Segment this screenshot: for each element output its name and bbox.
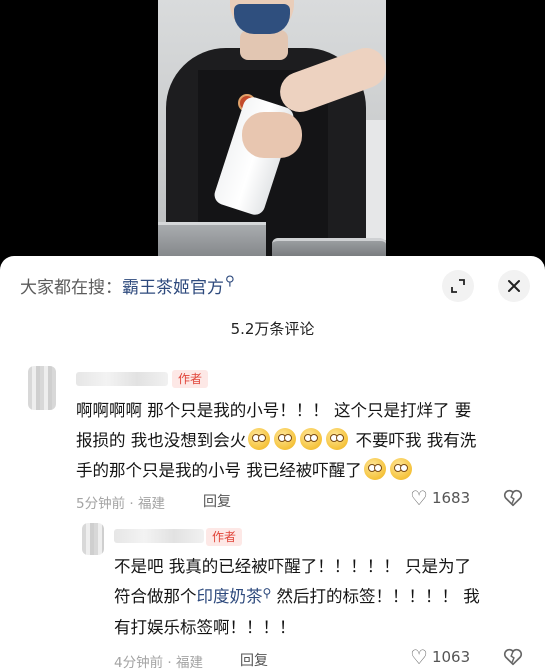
dislike-button[interactable] bbox=[502, 487, 524, 514]
flushed-emoji-icon bbox=[248, 428, 271, 450]
video-frame bbox=[158, 0, 386, 262]
username[interactable] bbox=[114, 529, 204, 543]
comment-line: 符合做那个印度奶茶⚲ 然后打的标签！！！！！ 我 bbox=[114, 586, 480, 606]
expand-icon bbox=[451, 279, 465, 293]
close-button[interactable] bbox=[498, 270, 530, 302]
dislike-button[interactable] bbox=[502, 646, 524, 672]
comment-line: 有打娱乐标签啊！！！！ bbox=[114, 618, 296, 637]
comment-line: 报损的 我也没想到会火 不要吓我 我有洗 bbox=[76, 426, 536, 456]
heart-icon: ♡ bbox=[410, 486, 428, 510]
avatar[interactable] bbox=[28, 366, 56, 410]
video-face-mask bbox=[234, 4, 290, 34]
comment-time-location: 4分钟前 · 福建 bbox=[114, 655, 203, 671]
comment-text: 不是吧 我真的已经被吓醒了！！！！！ 只是为了 符合做那个印度奶茶⚲ 然后打的标… bbox=[114, 552, 534, 643]
close-icon bbox=[508, 280, 520, 292]
comment-text: 啊啊啊啊 那个只是我的小号！！！ 这个只是打烊了 要 报损的 我也没想到会火 不… bbox=[76, 396, 536, 486]
like-button[interactable]: ♡ 1063 bbox=[410, 647, 470, 667]
search-link[interactable]: 印度奶茶 bbox=[197, 587, 263, 606]
reply-button[interactable]: 回复 bbox=[203, 491, 231, 511]
video-person-neck bbox=[240, 30, 288, 60]
comment-line: 手的那个只是我的小号 我已经被吓醒了 bbox=[76, 456, 536, 486]
comment-count: 5.2万条评论 bbox=[230, 320, 315, 338]
comment-line: 不是吧 我真的已经被吓醒了！！！！！ 只是为了 bbox=[114, 557, 471, 576]
heart-icon: ♡ bbox=[410, 645, 428, 669]
comment-time-location: 5分钟前 · 福建 bbox=[76, 496, 165, 512]
search-icon: ⚲ bbox=[225, 273, 235, 289]
flushed-emoji-icon bbox=[300, 428, 323, 450]
like-count: 1683 bbox=[431, 489, 471, 507]
like-button[interactable]: ♡ 1683 bbox=[410, 488, 470, 508]
username[interactable] bbox=[76, 372, 168, 386]
avatar[interactable] bbox=[82, 523, 104, 555]
author-badge: 作者 bbox=[172, 370, 209, 388]
broken-heart-icon bbox=[503, 489, 523, 507]
search-icon: ⚲ bbox=[262, 586, 272, 600]
flushed-emoji-icon bbox=[274, 428, 297, 450]
flushed-emoji-icon bbox=[326, 428, 349, 450]
flushed-emoji-icon bbox=[389, 458, 412, 480]
like-count: 1063 bbox=[431, 648, 471, 666]
reply-button[interactable]: 回复 bbox=[240, 650, 268, 670]
author-badge: 作者 bbox=[206, 528, 243, 546]
comment-sheet: 大家都在搜： 霸王茶姬官方 ⚲ 5.2万条评论 作者 啊啊啊啊 那个只是我的小号… bbox=[0, 256, 545, 672]
expand-button[interactable] bbox=[442, 270, 474, 302]
comment-line: 啊啊啊啊 那个只是我的小号！！！ 这个只是打烊了 要 bbox=[76, 401, 472, 420]
flushed-emoji-icon bbox=[363, 458, 386, 480]
broken-heart-icon bbox=[503, 648, 523, 666]
video-hand bbox=[242, 112, 302, 158]
search-suggestion-prefix: 大家都在搜： bbox=[20, 277, 122, 298]
video-player[interactable] bbox=[0, 0, 545, 262]
search-suggestion[interactable]: 大家都在搜： 霸王茶姬官方 ⚲ bbox=[20, 270, 235, 300]
search-suggestion-term[interactable]: 霸王茶姬官方 bbox=[122, 273, 224, 298]
